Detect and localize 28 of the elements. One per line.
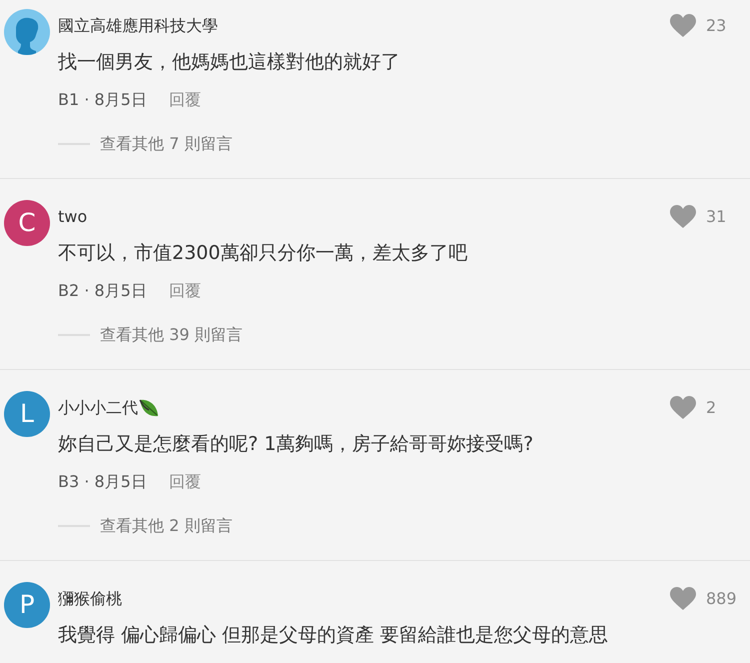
- avatar: L: [4, 391, 50, 437]
- more-replies-link[interactable]: 查看其他 7 則留言: [100, 132, 232, 156]
- like-count: 31: [706, 206, 726, 228]
- author-name: two: [58, 206, 88, 228]
- more-replies-link[interactable]: 查看其他 39 則留言: [100, 323, 243, 347]
- reply-link[interactable]: 回覆: [168, 464, 201, 500]
- heart-icon[interactable]: [670, 587, 696, 611]
- comment-meta: B3 · 8月5日: [58, 471, 147, 493]
- author-name: 國立高雄應用科技大學: [58, 15, 218, 37]
- avatar: C: [4, 200, 50, 246]
- reply-link[interactable]: 回覆: [168, 82, 201, 118]
- like-count: 889: [706, 588, 737, 610]
- comment-text: 我覺得 偏心歸偏心 但那是父母的資產 要留給誰也是您父母的意思: [58, 623, 610, 648]
- avatar: P: [4, 582, 50, 628]
- comment-meta: B1 · 8月5日: [58, 89, 147, 111]
- heart-icon[interactable]: [670, 14, 696, 38]
- comment-meta: B2 · 8月5日: [58, 280, 147, 302]
- heart-icon[interactable]: [670, 396, 696, 420]
- comment-text: 不可以，市值2300萬卻只分你一萬，差太多了吧: [58, 241, 468, 266]
- heart-icon[interactable]: [670, 205, 696, 229]
- reply-link[interactable]: 回覆: [168, 273, 201, 309]
- comment-text: 妳自己又是怎麼看的呢? 1萬夠嗎，房子給哥哥妳接受嗎?: [58, 432, 534, 457]
- author-name: 小小小二代: [58, 397, 138, 419]
- comment-text: 找一個男友，他媽媽也這樣對他的就好了: [58, 50, 401, 75]
- author-name: 獼猴偷桃: [58, 588, 122, 610]
- like-count: 23: [706, 15, 726, 37]
- more-replies-link[interactable]: 查看其他 2 則留言: [100, 514, 232, 538]
- like-count: 2: [706, 397, 716, 419]
